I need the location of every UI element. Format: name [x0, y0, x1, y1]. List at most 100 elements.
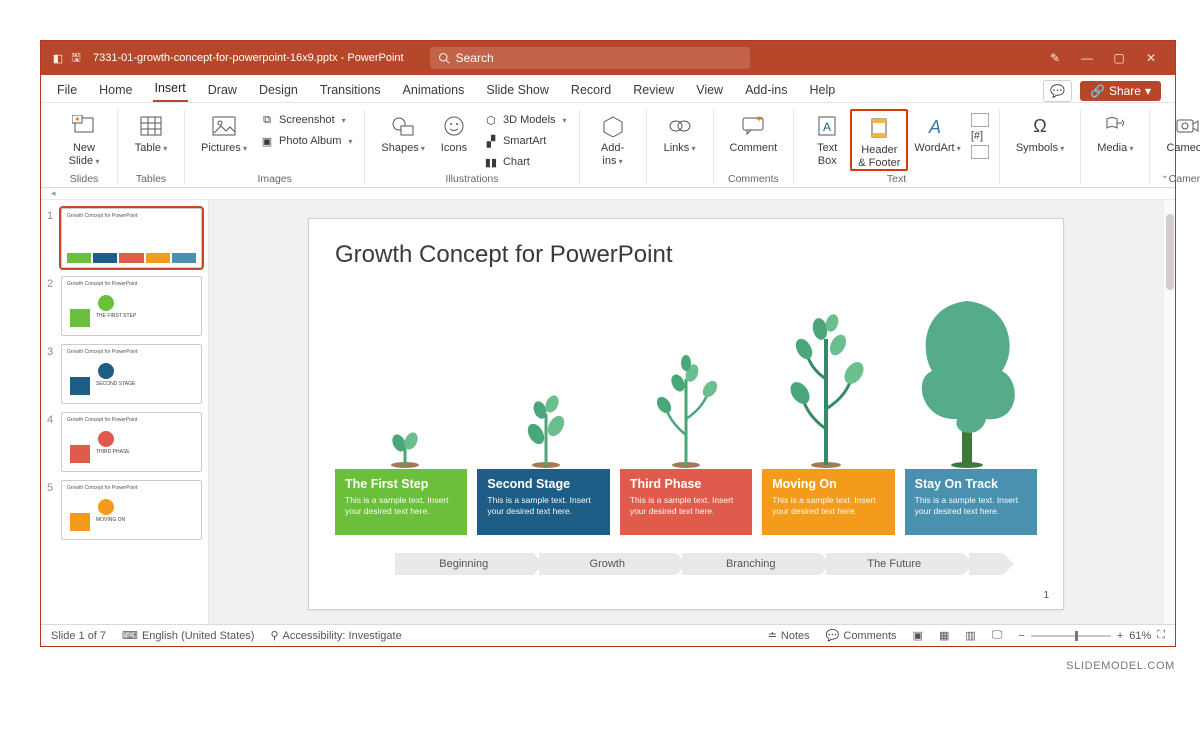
arrow-4[interactable]: The Future	[826, 553, 964, 575]
comment-icon: ✶	[740, 113, 766, 139]
zoom-slider[interactable]	[1031, 635, 1111, 637]
thumb-2[interactable]: 2 Growth Concept for PowerPoint THE FIRS…	[47, 276, 202, 336]
slide-editor[interactable]: Growth Concept for PowerPoint The First …	[209, 200, 1163, 624]
tab-view[interactable]: View	[694, 77, 725, 102]
shapes-button[interactable]: Shapes	[375, 109, 431, 155]
comment-button[interactable]: ✶ Comment	[724, 109, 784, 155]
wordart-button[interactable]: A WordArt	[908, 109, 966, 155]
arrow-1[interactable]: Beginning	[395, 553, 533, 575]
group-media: Media	[1081, 109, 1150, 185]
tab-home[interactable]: Home	[97, 77, 134, 102]
thumb-4[interactable]: 4 Growth Concept for PowerPoint THIRD PH…	[47, 412, 202, 472]
screenshot-button[interactable]: ⧉Screenshot	[257, 111, 354, 129]
new-slide-button[interactable]: ✶ New Slide	[61, 109, 107, 167]
slide-thumbnails[interactable]: 1 Growth Concept for PowerPoint 2 Growth…	[41, 200, 209, 624]
media-button[interactable]: Media	[1091, 109, 1139, 155]
group-links: Links	[647, 109, 714, 185]
comments-button[interactable]: 💬 Comments	[826, 629, 897, 642]
slide-counter[interactable]: Slide 1 of 7	[51, 630, 106, 642]
card-1[interactable]: The First StepThis is a sample text. Ins…	[335, 469, 467, 535]
3d-models-button[interactable]: ⬡3D Models	[481, 111, 569, 129]
date-time-icon[interactable]	[971, 113, 989, 127]
chart-button[interactable]: ▮▮Chart	[481, 153, 569, 171]
vertical-scrollbar[interactable]	[1163, 200, 1175, 624]
zoom-level[interactable]: 61%	[1129, 630, 1151, 642]
photo-album-button[interactable]: ▣Photo Album	[257, 132, 354, 150]
object-icon[interactable]	[971, 145, 989, 159]
slide-sorter-icon[interactable]: ▦	[939, 629, 949, 642]
photo-album-icon: ▣	[259, 133, 275, 149]
svg-text:A: A	[823, 120, 831, 134]
plant-2	[506, 384, 586, 469]
card-4[interactable]: Moving OnThis is a sample text. Insert y…	[762, 469, 894, 535]
tab-record[interactable]: Record	[569, 77, 613, 102]
thumb-1[interactable]: 1 Growth Concept for PowerPoint	[47, 208, 202, 268]
arrow-2[interactable]: Growth	[539, 553, 677, 575]
group-comments: ✶ Comment Comments	[714, 109, 795, 185]
tab-slideshow[interactable]: Slide Show	[484, 77, 551, 102]
thumb-3[interactable]: 3 Growth Concept for PowerPoint SECOND S…	[47, 344, 202, 404]
tab-addins[interactable]: Add-ins	[743, 77, 789, 102]
wordart-icon: A	[925, 113, 951, 139]
pen-icon[interactable]: ✎	[1039, 51, 1071, 65]
smartart-button[interactable]: ▞SmartArt	[481, 132, 569, 150]
card-5[interactable]: Stay On TrackThis is a sample text. Inse…	[905, 469, 1037, 535]
collapse-ribbon-icon[interactable]: ⌄	[1161, 170, 1169, 181]
tab-design[interactable]: Design	[257, 77, 300, 102]
search-box[interactable]: Search	[430, 47, 750, 69]
table-button[interactable]: Table	[128, 109, 174, 155]
accessibility-button[interactable]: ⚲ Accessibility: Investigate	[270, 629, 401, 642]
header-footer-button[interactable]: Header & Footer	[850, 109, 908, 171]
group-text: A Text Box Header & Footer A WordArt [#]	[794, 109, 1000, 185]
app-icon: ◧	[49, 52, 67, 65]
zoom-control[interactable]: − + 61% ⛶	[1018, 629, 1165, 642]
ribbon-tabs: File Home Insert Draw Design Transitions…	[41, 75, 1175, 103]
thumb-5[interactable]: 5 Growth Concept for PowerPoint MOVING O…	[47, 480, 202, 540]
link-icon	[667, 113, 693, 139]
minimize-button[interactable]: —	[1071, 51, 1103, 65]
symbols-icon: Ω	[1027, 113, 1053, 139]
share-button[interactable]: 🔗 Share ▾	[1080, 81, 1161, 101]
notes-button[interactable]: ≐ Notes	[768, 629, 810, 642]
plant-1	[375, 419, 435, 469]
slideshow-view-icon[interactable]: 🖵	[992, 629, 1003, 642]
tab-file[interactable]: File	[55, 77, 79, 102]
zoom-in-icon[interactable]: +	[1117, 630, 1123, 642]
tree-5	[902, 291, 1032, 469]
textbox-button[interactable]: A Text Box	[804, 109, 850, 167]
reading-view-icon[interactable]: ▥	[965, 629, 975, 642]
symbols-button[interactable]: Ω Symbols	[1010, 109, 1070, 155]
tab-transitions[interactable]: Transitions	[318, 77, 383, 102]
cameo-button[interactable]: Cameo	[1160, 109, 1200, 155]
save-icon[interactable]: 🖫	[67, 49, 85, 68]
close-button[interactable]: ✕	[1135, 51, 1167, 65]
tab-help[interactable]: Help	[807, 77, 837, 102]
maximize-button[interactable]: ▢	[1103, 51, 1135, 65]
titlebar: ◧ 🖫 7331-01-growth-concept-for-powerpoin…	[41, 41, 1175, 75]
icons-button[interactable]: Icons	[431, 109, 477, 155]
group-slides: ✶ New Slide Slides	[51, 109, 118, 185]
arrow-3[interactable]: Branching	[682, 553, 820, 575]
group-camera: Cameo Camera	[1150, 109, 1200, 185]
card-3[interactable]: Third PhaseThis is a sample text. Insert…	[620, 469, 752, 535]
powerpoint-window: ◧ 🖫 7331-01-growth-concept-for-powerpoin…	[40, 40, 1176, 647]
group-images: Pictures ⧉Screenshot ▣Photo Album Images	[185, 109, 365, 185]
comments-toggle[interactable]: 💬	[1043, 80, 1072, 102]
pictures-button[interactable]: Pictures	[195, 109, 253, 155]
zoom-out-icon[interactable]: −	[1018, 630, 1024, 642]
addins-button[interactable]: Add- ins	[590, 109, 636, 167]
icons-icon	[441, 113, 467, 139]
links-button[interactable]: Links	[657, 109, 703, 155]
tab-animations[interactable]: Animations	[401, 77, 467, 102]
tab-draw[interactable]: Draw	[206, 77, 239, 102]
card-2[interactable]: Second StageThis is a sample text. Inser…	[477, 469, 609, 535]
fit-to-window-icon[interactable]: ⛶	[1157, 629, 1165, 642]
tab-review[interactable]: Review	[631, 77, 676, 102]
stage-cards: The First StepThis is a sample text. Ins…	[335, 469, 1037, 535]
slide-title[interactable]: Growth Concept for PowerPoint	[335, 241, 1037, 269]
slide-number-icon[interactable]: [#]	[971, 130, 989, 142]
slide-canvas[interactable]: Growth Concept for PowerPoint The First …	[308, 218, 1064, 610]
language-button[interactable]: ⌨ English (United States)	[122, 629, 254, 642]
tab-insert[interactable]: Insert	[153, 75, 188, 102]
normal-view-icon[interactable]: ▣	[913, 629, 923, 642]
